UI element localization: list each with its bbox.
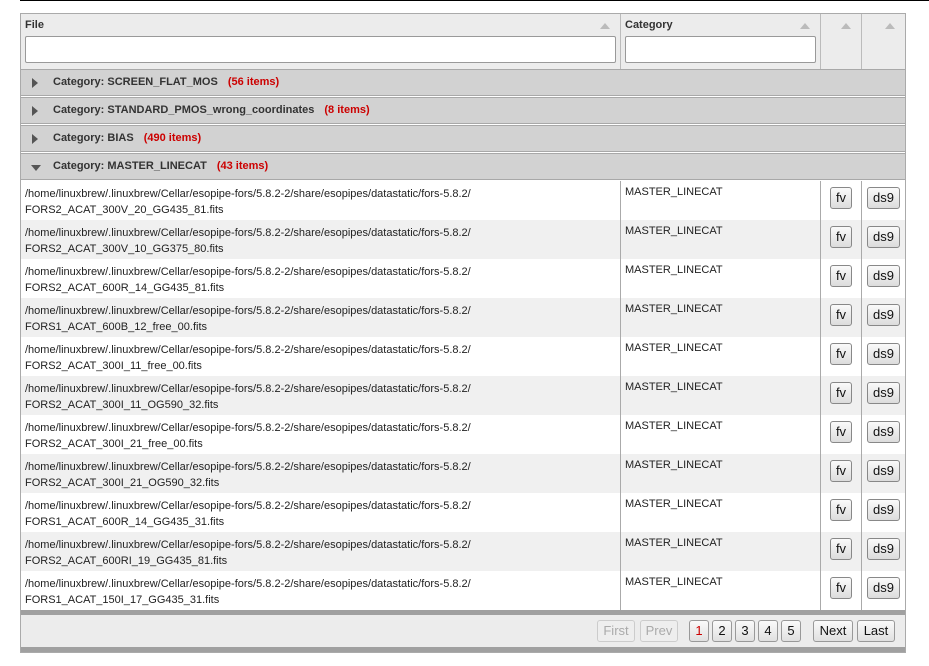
fv-button[interactable]: fv <box>830 382 852 404</box>
row-category: MASTER_LINECAT <box>625 459 723 471</box>
row-category: MASTER_LINECAT <box>625 420 723 432</box>
fv-button[interactable]: fv <box>830 538 852 560</box>
category-group-screen-flat-mos[interactable]: Category: SCREEN_FLAT_MOS (56 items) <box>21 69 905 96</box>
row-category: MASTER_LINECAT <box>625 381 723 393</box>
ds9-button[interactable]: ds9 <box>867 538 900 560</box>
file-path: /home/linuxbrew/.linuxbrew/Cellar/esopip… <box>25 266 471 294</box>
category-group-name: Category: BIAS <box>53 132 134 144</box>
category-group-name: Category: MASTER_LINECAT <box>53 160 207 172</box>
category-group-count: (43 items) <box>216 160 269 172</box>
file-filter-input[interactable] <box>25 36 616 63</box>
top-border-line <box>20 0 929 1</box>
fv-button[interactable]: fv <box>830 421 852 443</box>
file-path: /home/linuxbrew/.linuxbrew/Cellar/esopip… <box>25 383 471 411</box>
table-row: /home/linuxbrew/.linuxbrew/Cellar/esopip… <box>21 532 905 571</box>
header-category-column[interactable]: Category <box>621 14 821 69</box>
file-table: File Category Category: SCREEN_FLAT_MOS (… <box>20 13 906 653</box>
last-page-button[interactable]: Last <box>857 620 895 642</box>
collapse-triangle-icon[interactable] <box>31 165 41 171</box>
file-path: /home/linuxbrew/.linuxbrew/Cellar/esopip… <box>25 188 471 216</box>
file-path: /home/linuxbrew/.linuxbrew/Cellar/esopip… <box>25 422 471 450</box>
sort-arrow-icon[interactable] <box>885 23 895 29</box>
category-group-standard-pmos[interactable]: Category: STANDARD_PMOS_wrong_coordinate… <box>21 97 905 124</box>
row-category: MASTER_LINECAT <box>625 225 723 237</box>
header-fv-column[interactable] <box>821 14 862 69</box>
next-page-button[interactable]: Next <box>813 620 853 642</box>
fv-button[interactable]: fv <box>830 304 852 326</box>
expand-triangle-icon[interactable] <box>32 78 38 88</box>
expand-triangle-icon[interactable] <box>32 106 38 116</box>
file-path: /home/linuxbrew/.linuxbrew/Cellar/esopip… <box>25 305 471 333</box>
page-button-1[interactable]: 1 <box>689 620 709 642</box>
fv-button[interactable]: fv <box>830 499 852 521</box>
ds9-button[interactable]: ds9 <box>867 577 900 599</box>
first-page-button[interactable]: First <box>597 620 635 642</box>
file-path: /home/linuxbrew/.linuxbrew/Cellar/esopip… <box>25 461 471 489</box>
pagination-bar: First Prev 1 2 3 4 5 Next Last <box>21 615 905 647</box>
page-button-2[interactable]: 2 <box>712 620 732 642</box>
fv-button[interactable]: fv <box>830 577 852 599</box>
fv-button[interactable]: fv <box>830 187 852 209</box>
table-row: /home/linuxbrew/.linuxbrew/Cellar/esopip… <box>21 220 905 259</box>
fv-button[interactable]: fv <box>830 460 852 482</box>
header-ds9-column[interactable] <box>862 14 905 69</box>
category-group-name: Category: STANDARD_PMOS_wrong_coordinate… <box>53 104 315 116</box>
ds9-button[interactable]: ds9 <box>867 460 900 482</box>
table-row: /home/linuxbrew/.linuxbrew/Cellar/esopip… <box>21 493 905 532</box>
row-category: MASTER_LINECAT <box>625 264 723 276</box>
file-path: /home/linuxbrew/.linuxbrew/Cellar/esopip… <box>25 578 471 606</box>
category-group-name: Category: SCREEN_FLAT_MOS <box>53 76 218 88</box>
ds9-button[interactable]: ds9 <box>867 499 900 521</box>
ds9-button[interactable]: ds9 <box>867 265 900 287</box>
ds9-button[interactable]: ds9 <box>867 226 900 248</box>
table-header: File Category <box>21 14 905 70</box>
table-row: /home/linuxbrew/.linuxbrew/Cellar/esopip… <box>21 415 905 454</box>
category-group-count: (490 items) <box>143 132 202 144</box>
page-button-5[interactable]: 5 <box>781 620 801 642</box>
fv-button[interactable]: fv <box>830 265 852 287</box>
file-path: /home/linuxbrew/.linuxbrew/Cellar/esopip… <box>25 539 471 567</box>
table-row: /home/linuxbrew/.linuxbrew/Cellar/esopip… <box>21 337 905 376</box>
file-path: /home/linuxbrew/.linuxbrew/Cellar/esopip… <box>25 227 471 255</box>
category-group-count: (56 items) <box>227 76 280 88</box>
table-row: /home/linuxbrew/.linuxbrew/Cellar/esopip… <box>21 376 905 415</box>
header-category-label: Category <box>625 19 673 31</box>
header-file-column[interactable]: File <box>21 14 621 69</box>
file-path: /home/linuxbrew/.linuxbrew/Cellar/esopip… <box>25 500 471 528</box>
table-row: /home/linuxbrew/.linuxbrew/Cellar/esopip… <box>21 259 905 298</box>
page-button-4[interactable]: 4 <box>758 620 778 642</box>
sort-arrow-icon[interactable] <box>600 23 610 29</box>
table-row: /home/linuxbrew/.linuxbrew/Cellar/esopip… <box>21 181 905 220</box>
sort-arrow-icon[interactable] <box>800 23 810 29</box>
ds9-button[interactable]: ds9 <box>867 304 900 326</box>
footer-bottom-bar <box>21 647 905 652</box>
table-row: /home/linuxbrew/.linuxbrew/Cellar/esopip… <box>21 571 905 610</box>
row-category: MASTER_LINECAT <box>625 342 723 354</box>
file-path: /home/linuxbrew/.linuxbrew/Cellar/esopip… <box>25 344 471 372</box>
row-category: MASTER_LINECAT <box>625 303 723 315</box>
ds9-button[interactable]: ds9 <box>867 382 900 404</box>
category-group-master-linecat[interactable]: Category: MASTER_LINECAT (43 items) <box>21 153 905 180</box>
row-category: MASTER_LINECAT <box>625 498 723 510</box>
ds9-button[interactable]: ds9 <box>867 187 900 209</box>
row-category: MASTER_LINECAT <box>625 576 723 588</box>
row-category: MASTER_LINECAT <box>625 537 723 549</box>
row-category: MASTER_LINECAT <box>625 186 723 198</box>
sort-arrow-icon[interactable] <box>841 23 851 29</box>
fv-button[interactable]: fv <box>830 226 852 248</box>
prev-page-button[interactable]: Prev <box>640 620 678 642</box>
table-row: /home/linuxbrew/.linuxbrew/Cellar/esopip… <box>21 298 905 337</box>
fv-button[interactable]: fv <box>830 343 852 365</box>
expand-triangle-icon[interactable] <box>32 134 38 144</box>
category-group-count: (8 items) <box>324 104 370 116</box>
table-row: /home/linuxbrew/.linuxbrew/Cellar/esopip… <box>21 454 905 493</box>
page-button-3[interactable]: 3 <box>735 620 755 642</box>
category-filter-input[interactable] <box>625 36 816 63</box>
ds9-button[interactable]: ds9 <box>867 343 900 365</box>
ds9-button[interactable]: ds9 <box>867 421 900 443</box>
header-file-label: File <box>25 19 44 31</box>
category-group-bias[interactable]: Category: BIAS (490 items) <box>21 125 905 152</box>
